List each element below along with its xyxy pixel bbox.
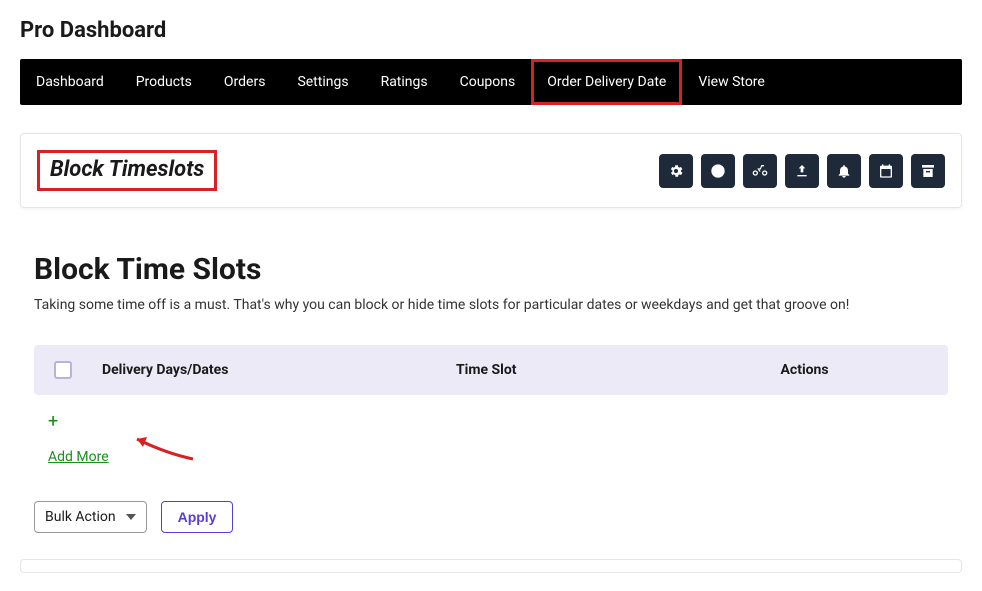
nav-item-orders[interactable]: Orders: [208, 59, 282, 105]
archive-icon[interactable]: [911, 154, 945, 188]
table-header: Delivery Days/Dates Time Slot Actions: [34, 345, 948, 395]
panel-title-highlight: Block Timeslots: [37, 150, 217, 191]
bulk-action-dropdown[interactable]: Bulk Action: [34, 501, 147, 533]
column-timeslot-header: Time Slot: [456, 362, 781, 378]
column-days-header: Delivery Days/Dates: [102, 362, 456, 378]
add-more-link[interactable]: Add More: [48, 449, 109, 465]
nav-item-coupons[interactable]: Coupons: [444, 59, 532, 105]
nav-item-order-delivery-date[interactable]: Order Delivery Date: [531, 59, 682, 105]
chevron-down-icon: [126, 514, 136, 520]
nav-item-settings[interactable]: Settings: [281, 59, 364, 105]
calendar-icon[interactable]: [869, 154, 903, 188]
section-block-timeslots: Block Time Slots Taking some time off is…: [20, 252, 962, 533]
icon-row: [659, 154, 945, 188]
page-title: Pro Dashboard: [20, 18, 962, 43]
section-description: Taking some time off is a must. That's w…: [34, 297, 948, 313]
bottom-panel: [20, 559, 962, 573]
bulk-action-label: Bulk Action: [45, 509, 116, 525]
apply-button[interactable]: Apply: [161, 501, 234, 533]
column-actions-header: Actions: [781, 362, 929, 378]
bicycle-icon[interactable]: [743, 154, 777, 188]
panel-title: Block Timeslots: [50, 157, 204, 182]
bell-icon[interactable]: [827, 154, 861, 188]
plus-icon: +: [48, 413, 948, 431]
column-checkbox: [54, 361, 102, 379]
section-heading: Block Time Slots: [34, 252, 948, 287]
select-all-checkbox[interactable]: [54, 361, 72, 379]
gear-icon[interactable]: [659, 154, 693, 188]
nav-item-ratings[interactable]: Ratings: [365, 59, 444, 105]
upload-icon[interactable]: [785, 154, 819, 188]
subheader-panel: Block Timeslots: [20, 133, 962, 208]
main-nav: Dashboard Products Orders Settings Ratin…: [20, 59, 962, 105]
bulk-actions-row: Bulk Action Apply: [34, 501, 948, 533]
nav-item-view-store[interactable]: View Store: [682, 59, 781, 105]
nav-item-products[interactable]: Products: [120, 59, 208, 105]
clock-icon[interactable]: [701, 154, 735, 188]
annotation-arrow: [125, 431, 195, 465]
table-area: Delivery Days/Dates Time Slot Actions + …: [34, 345, 948, 533]
add-more-wrap: + Add More: [34, 413, 948, 465]
nav-item-dashboard[interactable]: Dashboard: [20, 59, 120, 105]
